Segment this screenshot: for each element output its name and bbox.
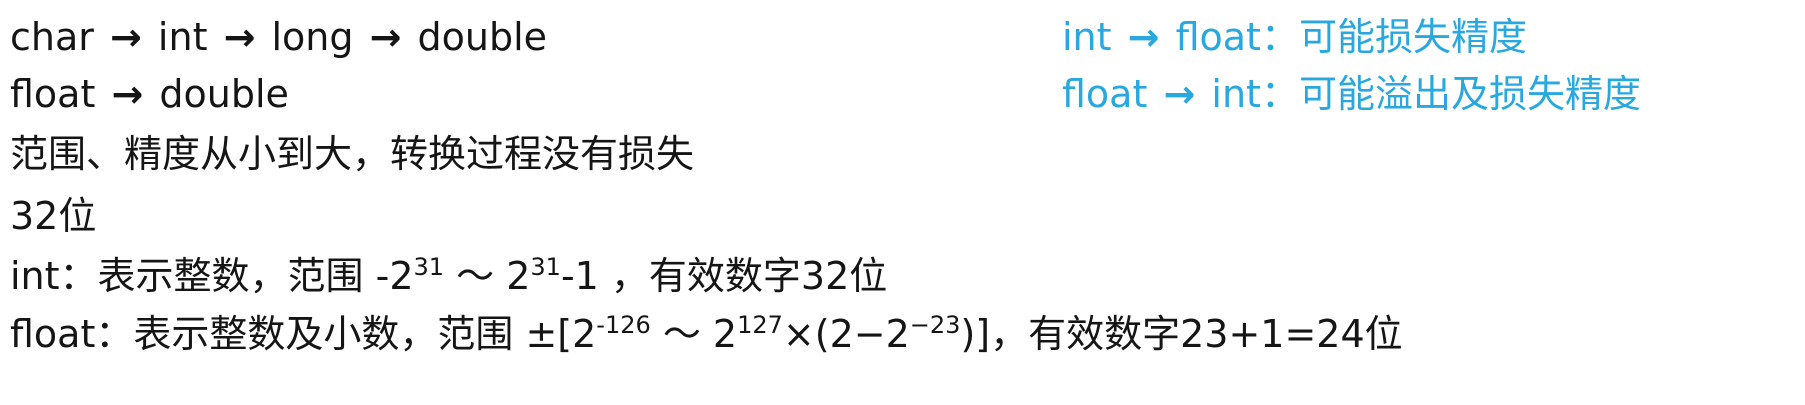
type-double: double: [417, 15, 548, 59]
note-text: int：可能溢出及损失精度: [1211, 72, 1641, 116]
arrow-icon: →: [109, 15, 142, 59]
conversion-chain-1: char → int → long → double: [10, 18, 547, 56]
note-float-to-int: float → int：可能溢出及损失精度: [1062, 75, 1641, 113]
note-int-to-float: int → float：可能损失精度: [1062, 18, 1527, 56]
arrow-icon: →: [1127, 15, 1160, 59]
bit-width-label: 32位: [10, 194, 97, 238]
type-double: double: [159, 72, 289, 116]
arrow-icon: →: [369, 15, 402, 59]
note-type-int: int: [1062, 15, 1112, 59]
range-precision-note: 范围、精度从小到大，转换过程没有损失: [10, 132, 695, 176]
conversion-chain-2: float → double: [10, 75, 289, 113]
arrow-icon: →: [111, 72, 144, 116]
type-float: float: [10, 72, 96, 116]
float-description: float：表示整数及小数，范围 ±[2-126 ～ 2127×(2−2−23)…: [10, 311, 1403, 356]
arrow-icon: →: [223, 15, 256, 59]
note-text: float：可能损失精度: [1175, 15, 1527, 59]
type-long: long: [271, 15, 354, 59]
int-description: int：表示整数，范围 -231 ～ 231-1 ，有效数字32位: [10, 253, 888, 298]
note-type-float: float: [1062, 72, 1148, 116]
type-int: int: [157, 15, 208, 59]
arrow-icon: →: [1163, 72, 1196, 116]
type-char: char: [10, 15, 94, 59]
